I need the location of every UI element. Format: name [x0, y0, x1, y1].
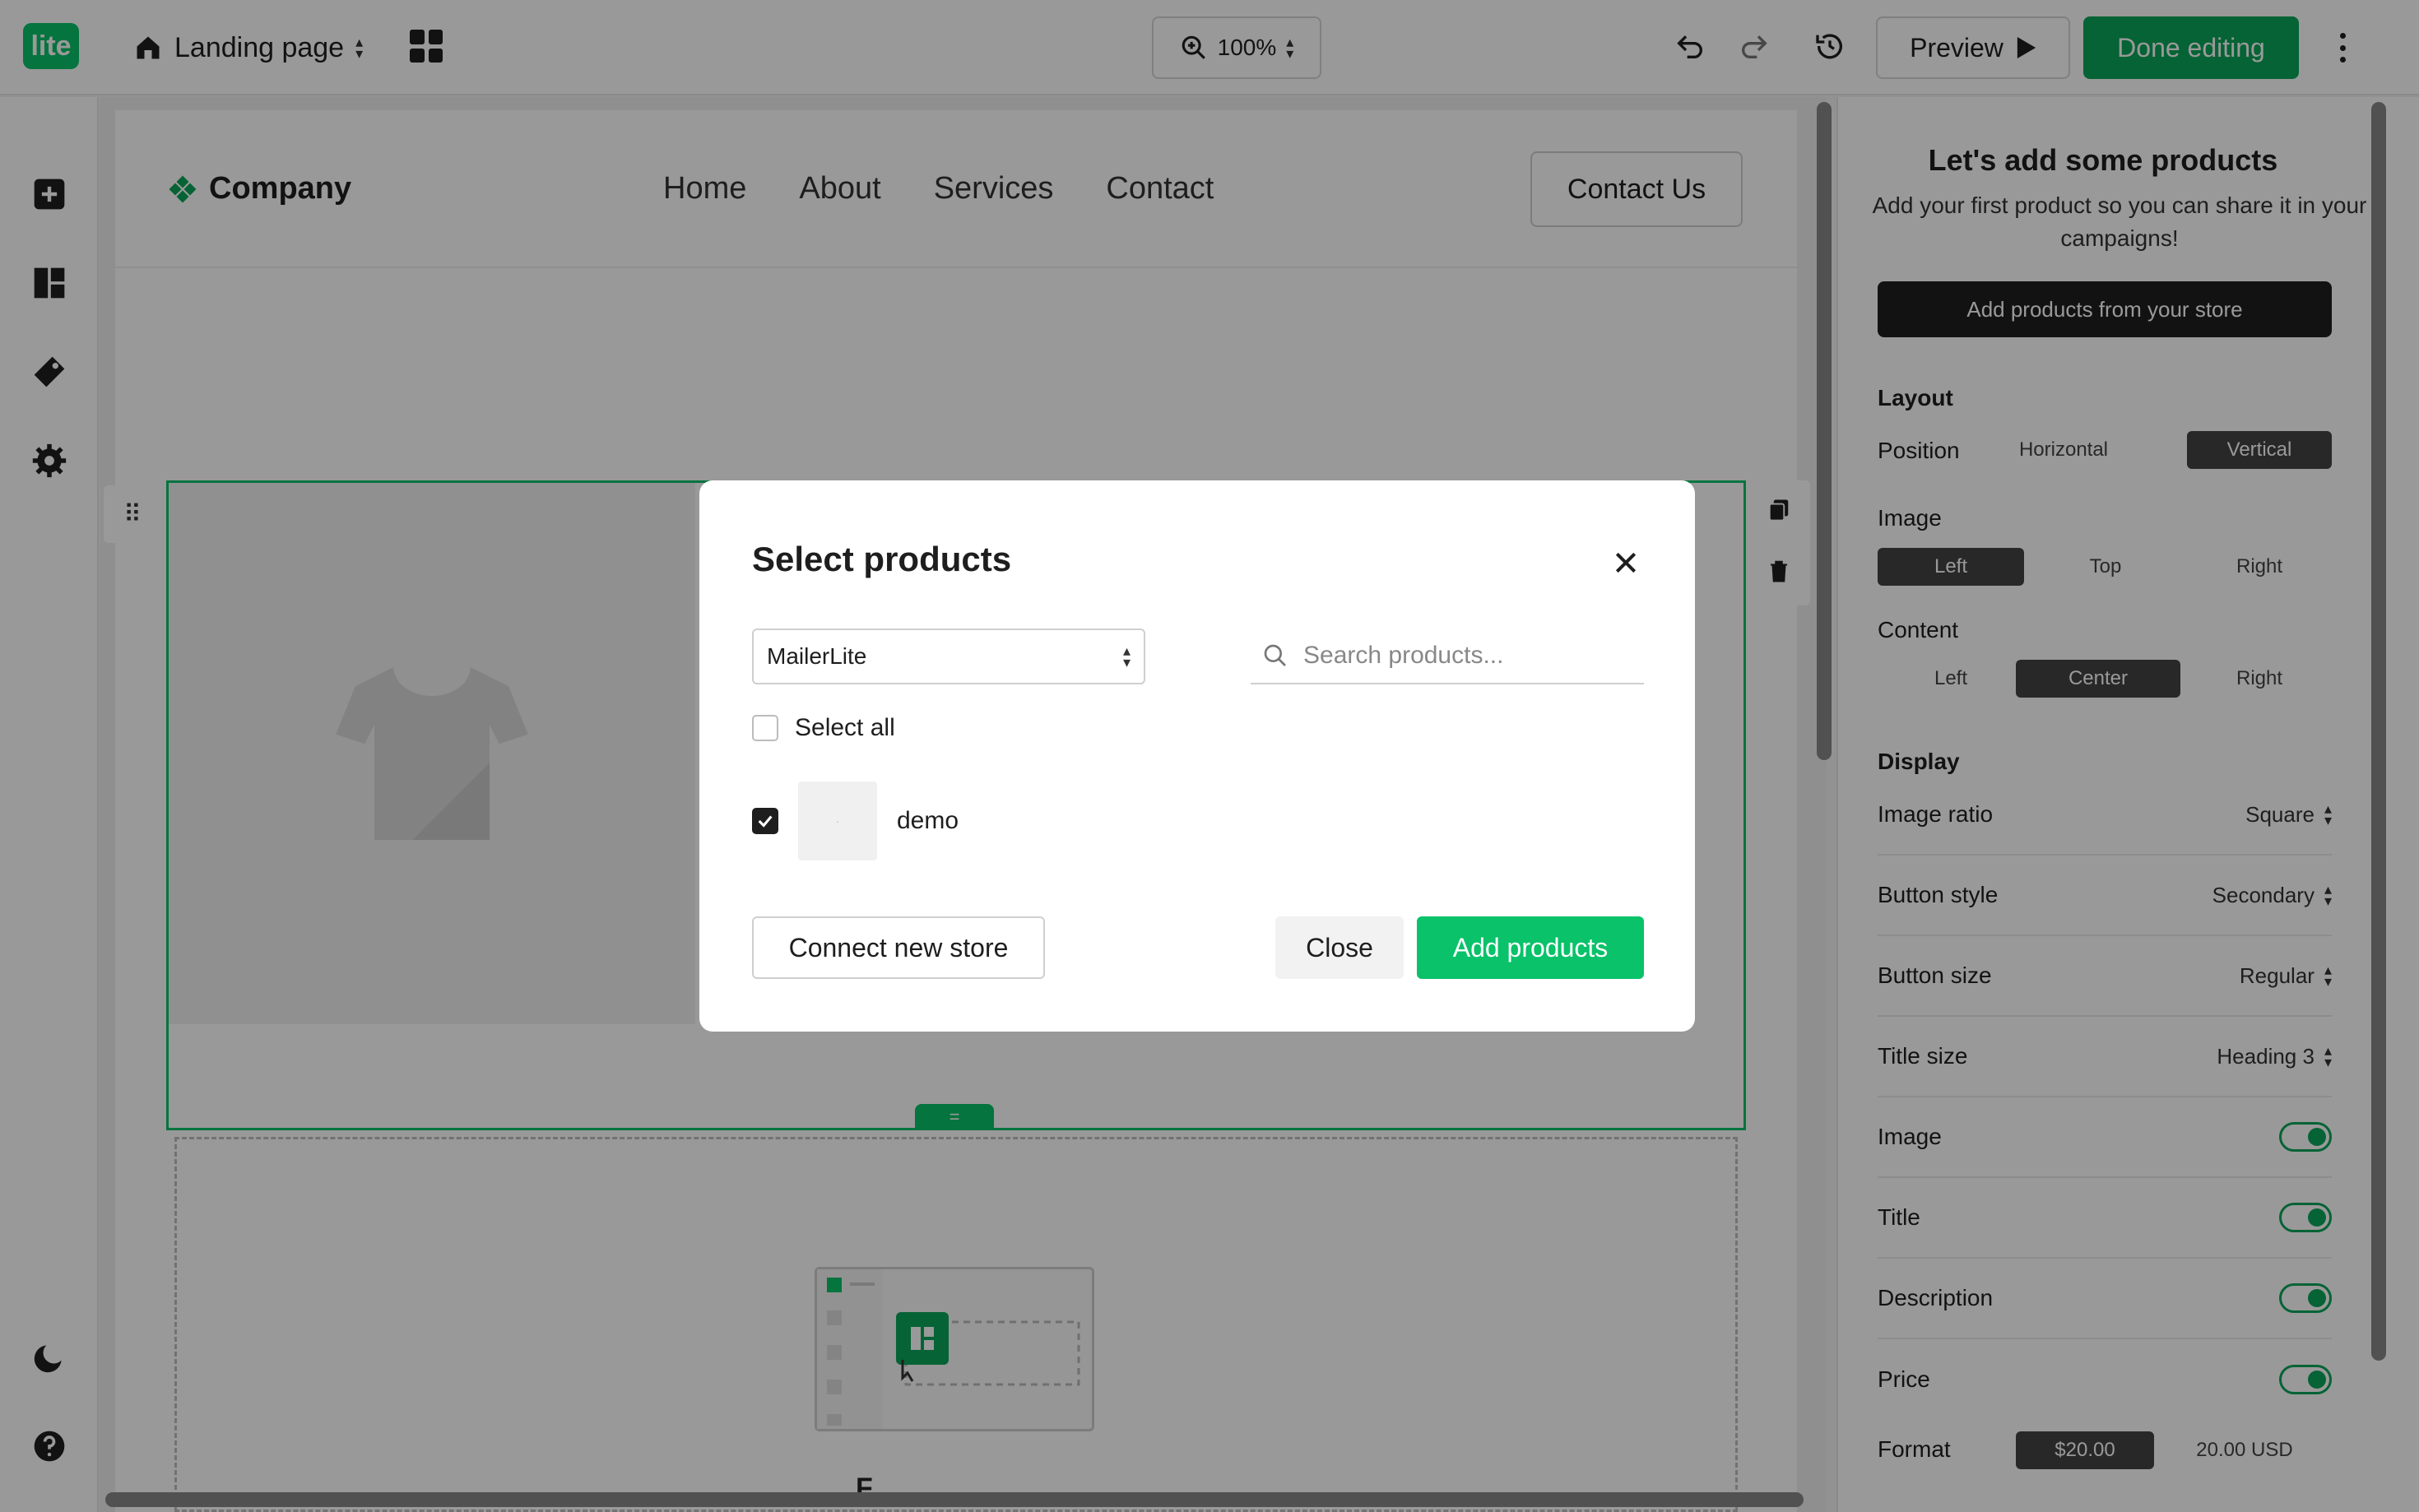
search-placeholder: Search products... [1303, 642, 1504, 669]
product-thumbnail: · [798, 782, 877, 860]
close-button[interactable]: Close [1275, 916, 1404, 979]
select-all-label: Select all [795, 714, 895, 741]
store-select-value: MailerLite [767, 643, 867, 669]
search-icon [1264, 644, 1286, 666]
chevron-updown-icon: ▴ ▾ [1122, 642, 1131, 670]
modal-title: Select products [752, 540, 1012, 578]
product-name: demo [897, 807, 959, 834]
checkmark-icon [758, 815, 773, 828]
close-icon[interactable] [1609, 546, 1642, 579]
select-all-row[interactable]: Select all [752, 714, 895, 742]
add-products-button[interactable]: Add products [1417, 916, 1644, 979]
store-select[interactable]: MailerLite ▴ ▾ [752, 628, 1145, 684]
connect-new-store-button[interactable]: Connect new store [752, 916, 1045, 979]
product-list-item[interactable]: · demo [752, 782, 959, 860]
select-all-checkbox[interactable] [752, 715, 778, 741]
product-checkbox[interactable] [752, 808, 778, 834]
search-products-input[interactable]: Search products... [1251, 628, 1644, 684]
select-products-modal: Select products MailerLite ▴ ▾ Search pro… [699, 480, 1695, 1032]
